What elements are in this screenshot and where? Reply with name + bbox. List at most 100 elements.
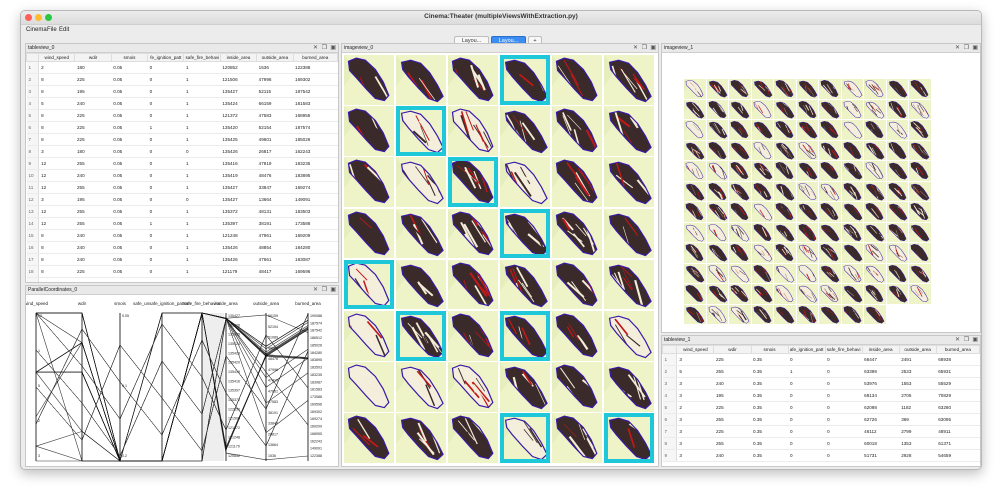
column-header[interactable]: safe_fire_behavi [824, 345, 863, 354]
menu-file[interactable]: File [47, 27, 57, 33]
image-thumbnail[interactable] [841, 181, 863, 201]
table-row[interactable]: 13 12 255 0.05 0 1 135372 48131 183503 [26, 205, 338, 218]
image-thumbnail[interactable] [774, 243, 796, 263]
table-row[interactable]: 17 8 240 0.05 0 1 135426 47661 183087 [26, 253, 338, 266]
table-row[interactable]: 16 8 240 0.05 0 1 135426 48854 184280 [26, 241, 338, 254]
image-thumbnail[interactable] [447, 55, 499, 105]
image-thumbnail[interactable] [706, 79, 728, 99]
column-header[interactable]: smois [750, 345, 789, 354]
table-row[interactable]: 19121800.051113542351089186512 [26, 277, 338, 282]
column-header[interactable]: fe_ignition_patt [147, 53, 185, 62]
table-row[interactable]: 5 2 225 0.35 0 0 62098 1182 63280 [662, 401, 980, 414]
column-header[interactable]: wind_speed [676, 345, 715, 354]
image-thumbnail[interactable] [684, 99, 706, 119]
parallel-coordinates-plot[interactable]: wind_speed wdir smois safe_unsafe_ignition_… [26, 295, 338, 466]
image-thumbnail[interactable] [751, 243, 773, 263]
image-thumbnail[interactable] [774, 140, 796, 160]
image-thumbnail[interactable] [819, 263, 841, 283]
image-thumbnail[interactable] [909, 161, 931, 181]
image-thumbnail[interactable] [729, 120, 751, 140]
image-thumbnail[interactable] [684, 263, 706, 283]
image-thumbnail[interactable] [774, 181, 796, 201]
image-thumbnail[interactable] [344, 310, 395, 361]
image-thumbnail[interactable] [819, 181, 841, 201]
image-thumbnail[interactable] [819, 120, 841, 140]
image-thumbnail[interactable] [706, 120, 728, 140]
image-thumbnail[interactable] [447, 413, 499, 463]
image-thumbnail[interactable] [751, 120, 773, 140]
image-thumbnail[interactable] [774, 79, 796, 99]
image-thumbnail[interactable] [447, 362, 499, 412]
image-thumbnail[interactable] [774, 222, 796, 242]
table-container[interactable]: wind_speed wdir smois fe_ignition_patt safe_… [26, 53, 338, 282]
table-row[interactable]: 8 3 180 0.05 0 0 135426 26817 162243 [26, 145, 338, 158]
menu-edit[interactable]: Edit [59, 27, 69, 33]
image-thumbnail[interactable] [684, 202, 706, 222]
image-thumbnail[interactable] [751, 202, 773, 222]
image-thumbnail[interactable] [551, 55, 603, 105]
table-row[interactable]: 7 3 225 0.35 0 0 46112 2799 48911 [662, 425, 980, 438]
image-thumbnail[interactable] [886, 120, 908, 140]
image-thumbnail[interactable] [864, 243, 886, 263]
close-icon[interactable]: ✕ [955, 44, 960, 52]
image-grid[interactable] [662, 53, 980, 332]
image-thumbnail[interactable] [909, 99, 931, 119]
close-icon[interactable]: ✕ [955, 336, 960, 344]
image-thumbnail[interactable] [819, 140, 841, 160]
table-row[interactable]: 1 2 180 0.05 0 1 120852 1536 122388 [26, 61, 338, 74]
image-thumbnail[interactable] [796, 140, 818, 160]
image-thumbnail[interactable] [706, 161, 728, 181]
image-thumbnail[interactable] [344, 259, 395, 310]
menu-cinema[interactable]: Cinema [26, 27, 47, 33]
image-thumbnail[interactable] [864, 202, 886, 222]
maximize-icon[interactable]: ▣ [650, 44, 656, 52]
image-thumbnail[interactable] [395, 157, 447, 208]
image-thumbnail[interactable] [909, 202, 931, 222]
image-grid[interactable] [342, 53, 658, 466]
image-thumbnail[interactable] [796, 79, 818, 99]
image-thumbnail[interactable] [864, 140, 886, 160]
image-thumbnail[interactable] [819, 161, 841, 181]
image-thumbnail[interactable] [751, 79, 773, 99]
image-thumbnail[interactable] [499, 413, 551, 463]
close-icon[interactable]: ✕ [313, 44, 318, 52]
table-row[interactable]: 3 3 240 0.35 0 0 53976 1553 55529 [662, 377, 980, 390]
image-thumbnail[interactable] [603, 208, 654, 259]
table-row[interactable]: 4 3 195 0.35 0 0 68134 2705 70829 [662, 389, 980, 402]
image-thumbnail[interactable] [751, 140, 773, 160]
image-thumbnail[interactable] [729, 99, 751, 119]
image-thumbnail[interactable] [344, 413, 395, 463]
image-thumbnail[interactable] [841, 79, 863, 99]
image-thumbnail[interactable] [751, 263, 773, 283]
image-thumbnail[interactable] [684, 79, 706, 99]
table-row[interactable]: 14 12 255 0.05 1 1 135397 38191 173588 [26, 217, 338, 230]
image-thumbnail[interactable] [886, 79, 908, 99]
image-thumbnail[interactable] [909, 263, 931, 283]
table-row[interactable]: 6 8 225 0.05 1 1 135420 52154 187574 [26, 121, 338, 134]
image-thumbnail[interactable] [499, 55, 551, 105]
float-icon[interactable]: ❐ [322, 286, 327, 294]
image-thumbnail[interactable] [841, 99, 863, 119]
float-icon[interactable]: ❐ [964, 336, 969, 344]
maximize-icon[interactable]: ▣ [330, 286, 336, 294]
image-thumbnail[interactable] [551, 259, 603, 310]
image-thumbnail[interactable] [499, 106, 551, 156]
image-thumbnail[interactable] [909, 140, 931, 160]
column-header[interactable]: safe_fire_behavi [183, 53, 221, 62]
image-thumbnail[interactable] [684, 243, 706, 263]
image-thumbnail[interactable] [447, 106, 499, 156]
image-thumbnail[interactable] [603, 106, 654, 156]
image-thumbnail[interactable] [706, 304, 728, 324]
image-thumbnail[interactable] [395, 208, 447, 259]
table-container[interactable]: wind_speed wdir smois afe_ignition_patt safe… [662, 345, 980, 466]
column-header[interactable] [662, 345, 678, 354]
image-thumbnail[interactable] [603, 362, 654, 412]
column-header[interactable] [26, 53, 40, 62]
table-row[interactable]: 9 3 240 0.35 0 0 51731 2928 54659 [662, 449, 980, 462]
image-thumbnail[interactable] [706, 284, 728, 304]
image-thumbnail[interactable] [774, 99, 796, 119]
image-thumbnail[interactable] [603, 310, 654, 361]
image-thumbnail[interactable] [751, 161, 773, 181]
image-thumbnail[interactable] [909, 79, 931, 99]
image-thumbnail[interactable] [499, 157, 551, 208]
